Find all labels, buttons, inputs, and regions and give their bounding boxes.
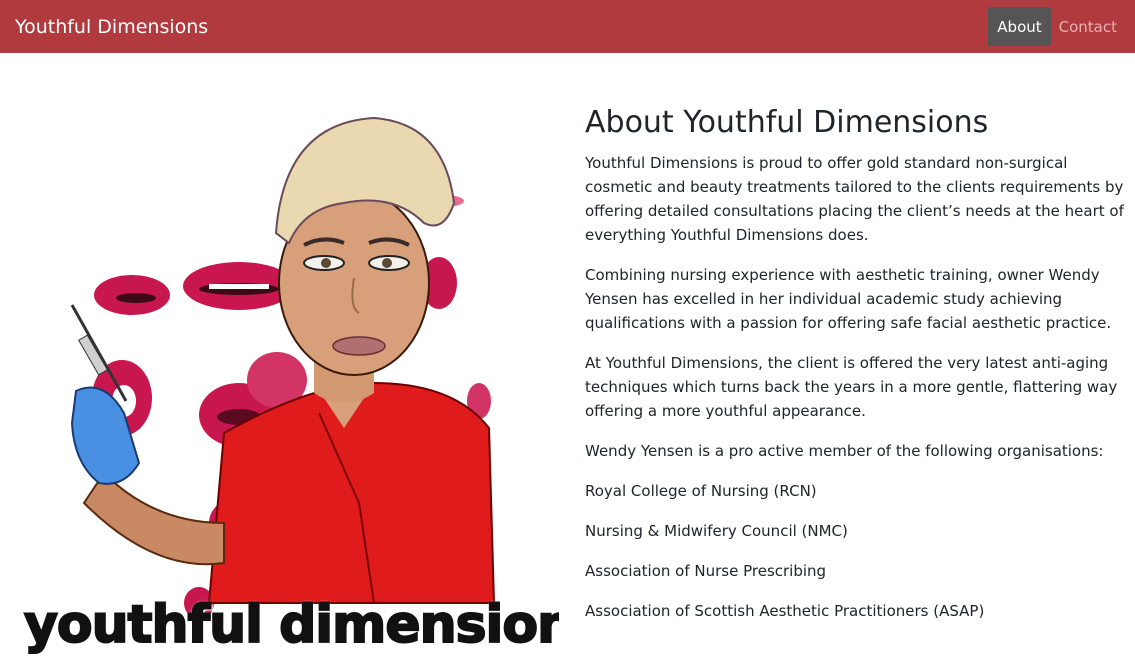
- organisation-item: Association of Nurse Prescribing: [585, 562, 827, 580]
- hero-logo-text: youthful dimensions: [23, 594, 559, 656]
- page-title: About Youthful Dimensions: [585, 105, 989, 140]
- top-navbar: Youthful Dimensions About Contact: [0, 0, 1135, 53]
- nurse-illustration: [70, 116, 496, 619]
- about-section: About Youthful Dimensions Youthful Dimen…: [585, 103, 1125, 639]
- organisation-item: Association of Scottish Aesthetic Practi…: [585, 602, 985, 620]
- organisation-item: Nursing & Midwifery Council (NMC): [585, 522, 848, 540]
- brand-link[interactable]: Youthful Dimensions: [0, 16, 208, 38]
- organisation-item: Royal College of Nursing (RCN): [585, 482, 817, 500]
- nav-link-about[interactable]: About: [988, 7, 1051, 46]
- about-paragraph: Youthful Dimensions is proud to offer go…: [585, 154, 1124, 244]
- nav-links: About Contact: [988, 0, 1135, 53]
- about-paragraph: Wendy Yensen is a pro active member of t…: [585, 442, 1104, 460]
- about-paragraph: At Youthful Dimensions, the client is of…: [585, 354, 1118, 420]
- about-paragraph: Combining nursing experience with aesthe…: [585, 266, 1112, 332]
- nav-link-contact[interactable]: Contact: [1051, 7, 1127, 46]
- hero-illustration: youthful dimensions: [14, 83, 559, 665]
